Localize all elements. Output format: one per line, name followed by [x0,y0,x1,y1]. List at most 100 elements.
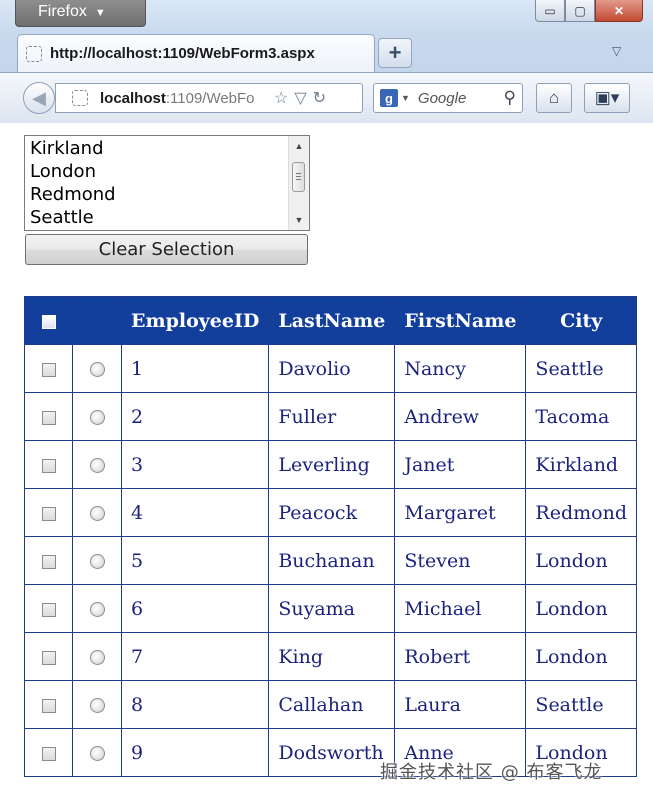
minimize-button[interactable]: ▭ [535,0,565,22]
row-radio[interactable] [89,362,105,377]
cell-firstname: Margaret [394,488,527,537]
row-radio[interactable] [89,698,105,713]
row-checkbox[interactable] [41,410,56,425]
bookmarks-icon: ▣▾ [594,88,620,107]
home-button[interactable]: ⌂ [536,83,572,113]
listbox-item[interactable]: Redmond [30,184,116,205]
table-row: 3 Leverling Janet Kirkland [24,440,637,489]
scroll-down-icon[interactable]: ▼ [289,212,309,228]
new-tab-button[interactable]: + [378,38,412,68]
row-checkbox[interactable] [41,506,56,521]
cell-lastname: Suyama [268,584,396,633]
close-button[interactable]: ✕ [595,0,643,22]
url-history-dropdown-icon[interactable]: ▽ [294,88,306,108]
cell-city: London [525,584,637,633]
cell-employeeid: 2 [120,392,270,441]
bookmarks-button[interactable]: ▣▾ [584,83,630,113]
table-row: 2 Fuller Andrew Tacoma [24,392,637,441]
cell-lastname: Peacock [268,488,396,537]
cell-lastname: Fuller [268,392,396,441]
table-row: 1 Davolio Nancy Seattle [24,344,637,393]
search-engine-icon[interactable]: g [380,89,398,107]
cell-firstname: Andrew [394,392,527,441]
cell-firstname: Steven [394,536,527,585]
city-listbox[interactable]: Kirkland London Redmond Seattle ▲ ▼ [24,135,310,231]
row-radio[interactable] [89,746,105,761]
cell-firstname: Michael [394,584,527,633]
row-radio[interactable] [89,458,105,473]
table-row: 7 King Robert London [24,632,637,681]
select-all-header [24,296,73,345]
cell-employeeid: 9 [120,728,270,777]
table-row: 8 Callahan Laura Seattle [24,680,637,729]
tab-list-chevron-icon[interactable]: ▽ [612,44,621,58]
cell-firstname: Nancy [394,344,527,393]
cell-employeeid: 1 [120,344,270,393]
search-engine-caret-icon[interactable]: ▼ [401,93,410,103]
reload-icon[interactable]: ↻ [313,88,326,108]
cell-employeeid: 7 [120,632,270,681]
back-arrow-icon: ◀ [32,87,46,108]
row-checkbox[interactable] [41,650,56,665]
cell-city: Redmond [525,488,637,537]
clear-selection-button[interactable]: Clear Selection [25,234,308,265]
header-employeeid[interactable]: EmployeeID [120,296,270,345]
listbox-item[interactable]: Seattle [30,207,94,228]
cell-employeeid: 4 [120,488,270,537]
search-bar[interactable]: g ▼ Google ⚲ [373,83,523,113]
scroll-up-icon[interactable]: ▲ [289,138,309,154]
url-bar[interactable]: localhost:1109/WebFo ☆ ▽ ↻ [55,83,363,113]
radio-header [72,296,122,345]
back-button[interactable]: ◀ [23,82,55,114]
row-checkbox[interactable] [41,554,56,569]
row-checkbox[interactable] [41,362,56,377]
row-radio[interactable] [89,506,105,521]
cell-city: Seattle [525,344,637,393]
row-radio[interactable] [89,650,105,665]
employee-grid: EmployeeID LastName FirstName City 1 Dav… [24,296,637,777]
grid-header-row: EmployeeID LastName FirstName City [24,296,637,345]
header-lastname[interactable]: LastName [268,296,396,345]
header-firstname[interactable]: FirstName [394,296,527,345]
window-controls: ▭ ▢ ✕ [535,0,643,22]
table-row: 4 Peacock Margaret Redmond [24,488,637,537]
firefox-menu-button[interactable]: Firefox ▼ [15,0,146,27]
table-row: 5 Buchanan Steven London [24,536,637,585]
cell-lastname: Davolio [268,344,396,393]
bookmark-star-icon[interactable]: ☆ [274,88,288,108]
watermark-text: 掘金技术社区 @ 布客飞龙 [380,762,603,783]
row-checkbox[interactable] [41,602,56,617]
row-radio[interactable] [89,410,105,425]
cell-lastname: Buchanan [268,536,396,585]
listbox-scrollbar[interactable]: ▲ ▼ [288,136,309,230]
row-radio[interactable] [89,602,105,617]
site-identity-icon[interactable] [72,90,88,106]
cell-city: London [525,632,637,681]
tab-webform3[interactable]: http://localhost:1109/WebForm3.aspx [17,34,375,72]
row-checkbox[interactable] [41,698,56,713]
scrollbar-thumb[interactable] [292,162,305,192]
select-all-checkbox[interactable] [41,314,56,329]
cell-city: Tacoma [525,392,637,441]
grip-line [296,173,301,174]
cell-employeeid: 3 [120,440,270,489]
firefox-menu-label: Firefox [38,3,87,20]
home-icon: ⌂ [548,88,560,107]
cell-employeeid: 5 [120,536,270,585]
page-favicon-icon [26,45,42,62]
row-radio[interactable] [89,554,105,569]
url-text[interactable]: localhost:1109/WebFo [100,90,268,107]
header-city[interactable]: City [525,296,637,345]
tab-title: http://localhost:1109/WebForm3.aspx [50,45,315,62]
browser-chrome: Firefox ▼ ▭ ▢ ✕ http://localhost:1109/Web… [0,0,653,123]
navigation-toolbar: ◀ localhost:1109/WebFo ☆ ▽ ↻ g ▼ Google … [0,72,653,123]
table-row: 6 Suyama Michael London [24,584,637,633]
maximize-button[interactable]: ▢ [565,0,595,22]
search-input[interactable]: Google [418,90,504,107]
row-checkbox[interactable] [41,746,56,761]
cell-city: London [525,536,637,585]
row-checkbox[interactable] [41,458,56,473]
search-icon[interactable]: ⚲ [504,88,516,108]
listbox-item[interactable]: Kirkland [30,138,104,159]
listbox-item[interactable]: London [30,161,96,182]
